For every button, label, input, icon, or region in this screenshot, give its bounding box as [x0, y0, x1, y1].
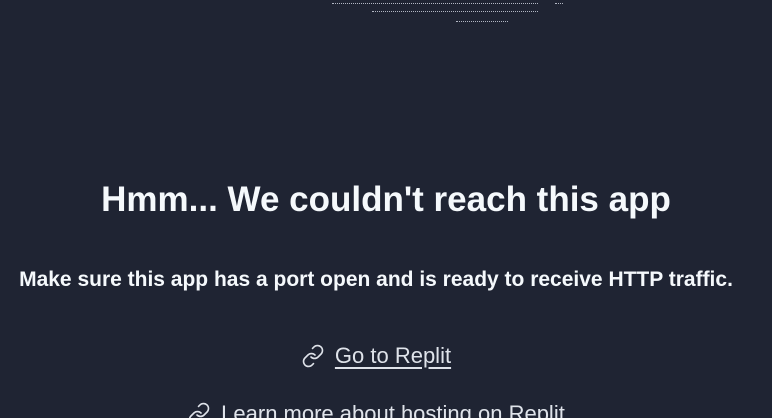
error-page: Hmm... We couldn't reach this app Make s… — [0, 0, 772, 418]
learn-more-hosting-link[interactable]: Learn more about hosting on Replit — [0, 400, 752, 418]
ascii-art-line — [555, 3, 563, 4]
go-to-replit-link-label[interactable]: Go to Replit — [335, 342, 451, 370]
learn-more-hosting-link-label[interactable]: Learn more about hosting on Replit — [221, 400, 565, 418]
error-title: Hmm... We couldn't reach this app — [101, 180, 671, 219]
ascii-art-line — [372, 11, 538, 12]
error-message: Make sure this app has a port open and i… — [19, 268, 733, 291]
ascii-art-decoration — [0, 0, 772, 40]
link-icon — [187, 402, 211, 418]
ascii-art-line — [332, 3, 538, 4]
ascii-art-line — [456, 21, 508, 22]
go-to-replit-link[interactable]: Go to Replit — [0, 342, 752, 370]
link-icon — [301, 344, 325, 368]
